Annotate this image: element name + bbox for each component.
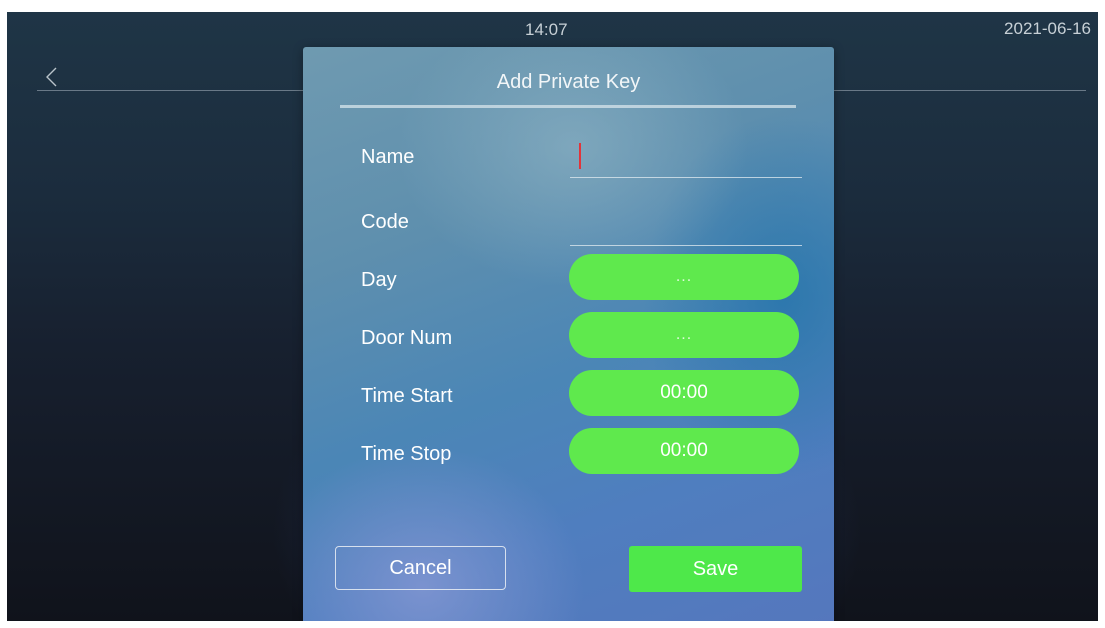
code-field[interactable] xyxy=(570,205,802,246)
name-field[interactable] xyxy=(570,137,802,178)
chevron-left-icon xyxy=(46,67,57,87)
cancel-button[interactable]: Cancel xyxy=(335,546,506,590)
dialog-title: Add Private Key xyxy=(496,71,641,93)
door-num-select-button[interactable]: ... xyxy=(569,312,799,358)
status-date: 2021-06-16 xyxy=(1004,19,1091,38)
add-private-key-dialog: Add Private Key Name Code Day ... Door N… xyxy=(303,47,834,621)
save-button[interactable]: Save xyxy=(629,546,802,592)
title-divider xyxy=(340,105,796,108)
time-stop-label: Time Stop xyxy=(361,443,452,465)
back-button[interactable] xyxy=(37,62,67,92)
name-label: Name xyxy=(361,146,415,168)
day-label: Day xyxy=(361,269,397,291)
time-start-label: Time Start xyxy=(361,385,453,407)
text-cursor xyxy=(579,143,581,169)
day-select-button[interactable]: ... xyxy=(569,254,799,300)
time-stop-button[interactable]: 00:00 xyxy=(569,428,799,474)
code-label: Code xyxy=(361,211,409,233)
screen-background: 14:07 2021-06-16 Add Private Key Name Co… xyxy=(7,12,1098,621)
time-start-button[interactable]: 00:00 xyxy=(569,370,799,416)
status-time: 14:07 xyxy=(525,20,568,39)
door-num-label: Door Num xyxy=(361,327,453,349)
